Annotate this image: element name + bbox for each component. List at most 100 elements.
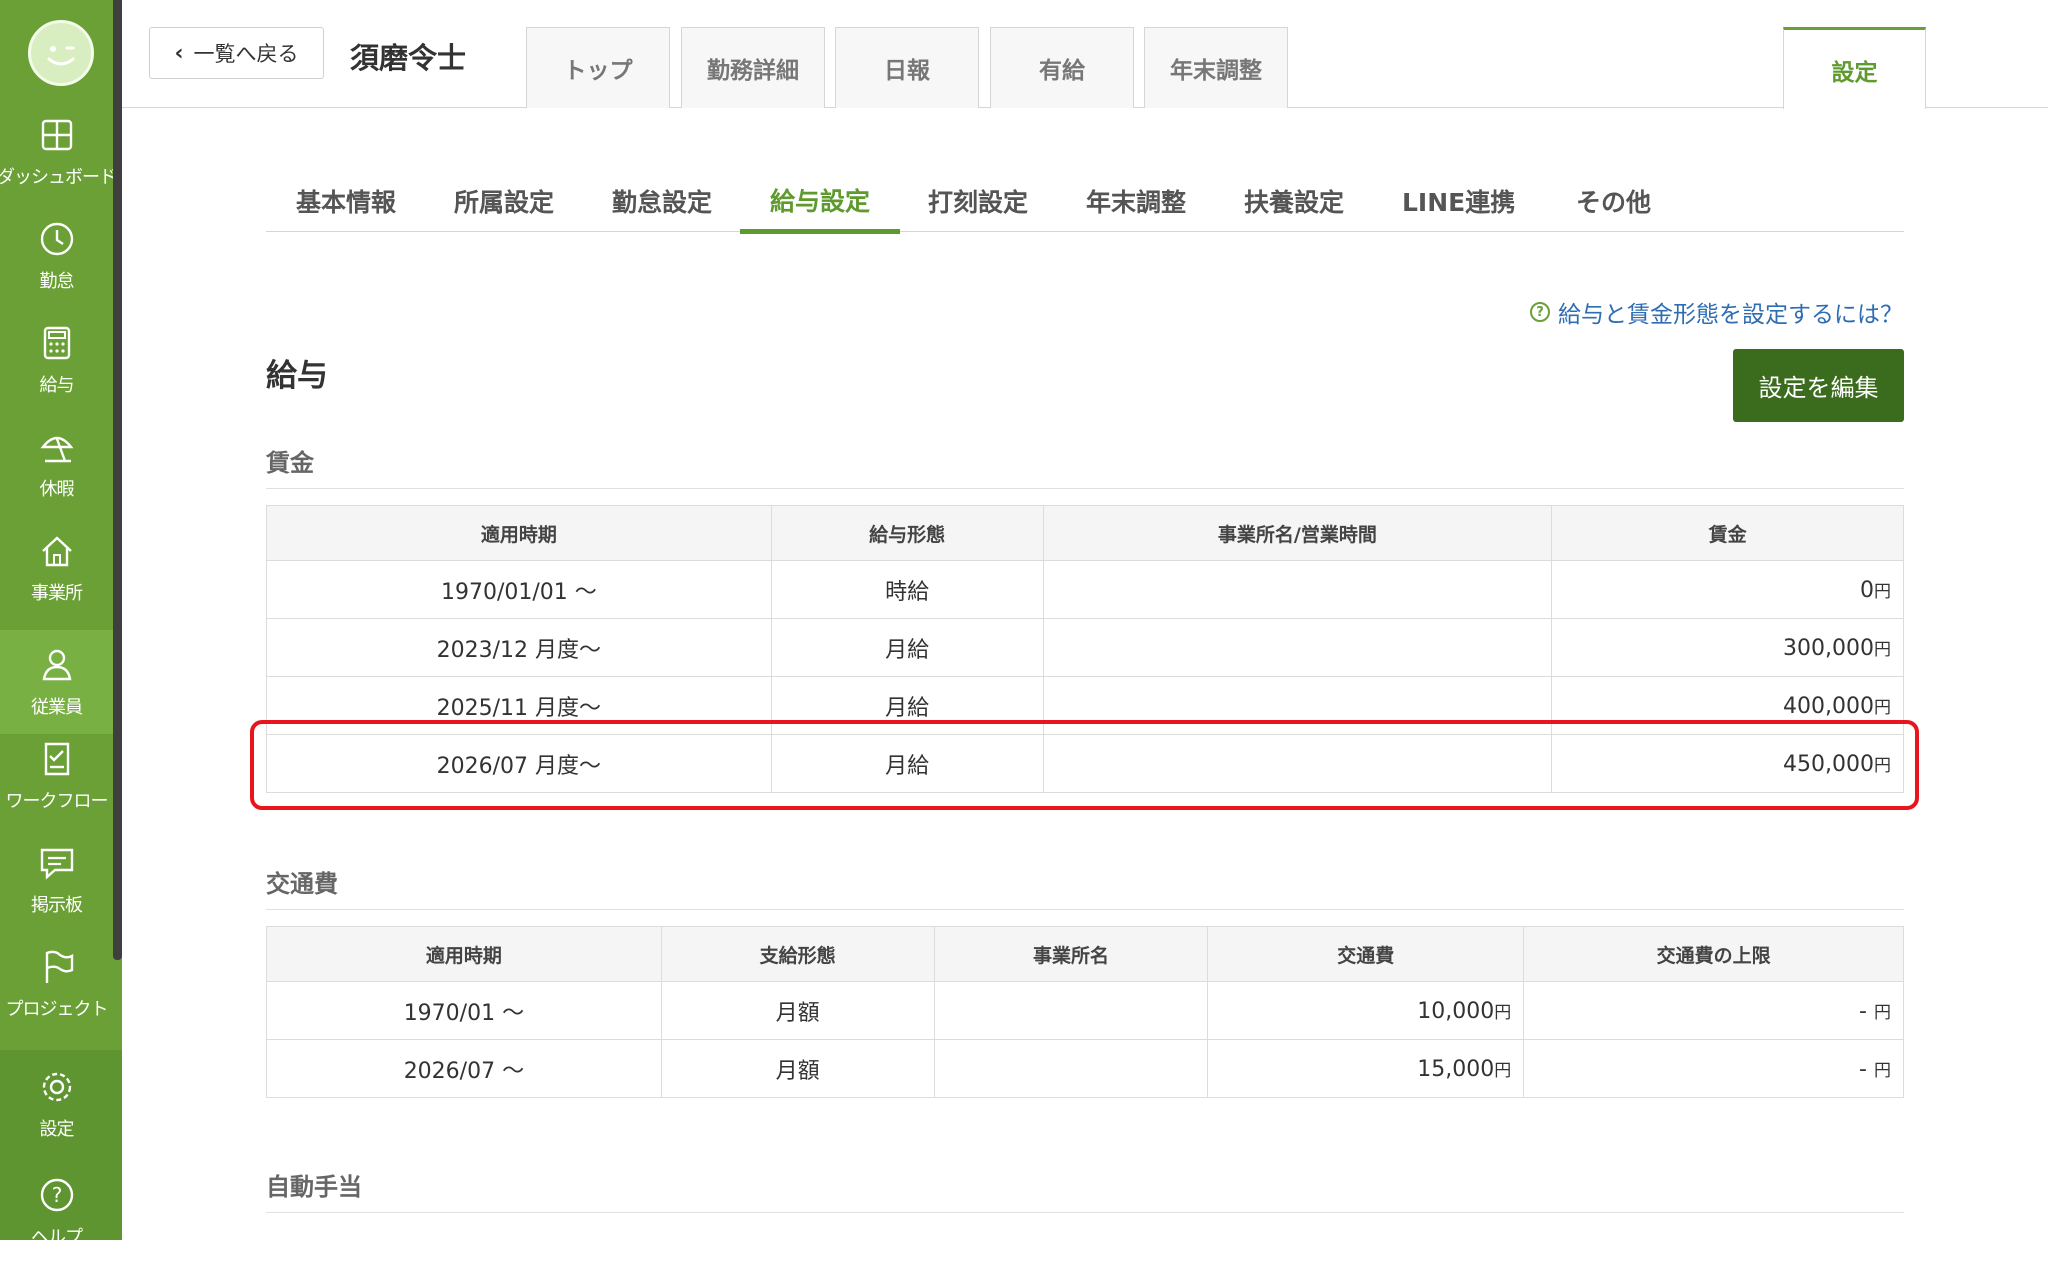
sidebar-item-payroll[interactable]: 給与 bbox=[0, 308, 113, 412]
period-cell: 2025/11 月度〜 bbox=[266, 676, 772, 735]
back-to-list-button[interactable]: ‹ 一覧へ戻る bbox=[149, 27, 324, 79]
section-title-transport: 交通費 bbox=[266, 864, 1904, 910]
subtab-affiliation[interactable]: 所属設定 bbox=[424, 170, 584, 232]
column-header: 事業所名 bbox=[933, 926, 1209, 982]
period-cell: 2026/07 月度〜 bbox=[266, 734, 772, 793]
pay-type-cell: 月額 bbox=[660, 981, 935, 1040]
period-cell: 1970/01 〜 bbox=[266, 981, 662, 1040]
sidebar-item-settings[interactable]: 設定 bbox=[0, 1052, 113, 1156]
home-icon bbox=[41, 536, 72, 567]
section-title-wage: 賃金 bbox=[266, 443, 1904, 489]
subtab-dependents[interactable]: 扶養設定 bbox=[1214, 170, 1374, 232]
sidebar-item-label: ダッシュボード bbox=[0, 167, 117, 188]
wage-table: 適用時期 給与形態 事業所名/営業時間 賃金 1970/01/01 〜 時給 0… bbox=[266, 505, 1904, 793]
yen-unit: 円 bbox=[1874, 697, 1891, 718]
tab-work-details[interactable]: 勤務詳細 bbox=[681, 27, 825, 108]
period-cell: 1970/01/01 〜 bbox=[266, 560, 772, 619]
sidebar-item-label: 給与 bbox=[39, 375, 75, 396]
sidebar-item-board[interactable]: 掲示板 bbox=[0, 828, 113, 932]
edit-settings-button[interactable]: 設定を編集 bbox=[1733, 349, 1904, 422]
pay-type-cell: 月額 bbox=[660, 1039, 935, 1098]
chevron-left-icon: ‹ bbox=[174, 40, 184, 66]
office-cell bbox=[1042, 560, 1553, 619]
help-link[interactable]: ? 給与と賃金形態を設定するには？ bbox=[1530, 295, 1903, 329]
yen-unit: 円 bbox=[1874, 1060, 1891, 1081]
office-cell bbox=[1042, 676, 1553, 735]
settings-subtabs: 基本情報 所属設定 勤怠設定 給与設定 打刻設定 年末調整 扶養設定 LINE連… bbox=[266, 170, 1904, 234]
person-icon bbox=[42, 649, 71, 681]
sidebar-item-label: 掲示板 bbox=[31, 895, 83, 916]
table-row: 1970/01 〜 月額 10,000円 - 円 bbox=[266, 981, 1904, 1040]
tab-year-end[interactable]: 年末調整 bbox=[1144, 27, 1288, 108]
period-cell: 2026/07 〜 bbox=[266, 1039, 662, 1098]
tab-daily-report[interactable]: 日報 bbox=[835, 27, 979, 108]
subtab-year-end[interactable]: 年末調整 bbox=[1056, 170, 1216, 232]
calculator-icon bbox=[43, 326, 70, 360]
amount-cell: 15,000円 bbox=[1207, 1039, 1525, 1098]
office-cell bbox=[933, 1039, 1209, 1098]
sidebar-item-label: プロジェクト bbox=[5, 999, 109, 1020]
subtab-payroll[interactable]: 給与設定 bbox=[740, 170, 901, 234]
pay-type-cell: 月給 bbox=[770, 618, 1044, 677]
amount-cell: 450,000円 bbox=[1551, 734, 1904, 793]
amount-value: 450,000 bbox=[1783, 751, 1874, 777]
sidebar-item-workflow[interactable]: ワークフロー bbox=[0, 724, 113, 828]
table-header-row: 適用時期 給与形態 事業所名/営業時間 賃金 bbox=[266, 505, 1904, 561]
column-header: 交通費の上限 bbox=[1523, 926, 1904, 982]
tab-paid-leave[interactable]: 有給 bbox=[990, 27, 1134, 108]
subtab-other[interactable]: その他 bbox=[1546, 170, 1681, 232]
message-icon bbox=[40, 848, 73, 880]
question-icon: ? bbox=[1530, 302, 1550, 322]
sidebar-item-leave[interactable]: 休暇 bbox=[0, 412, 113, 516]
limit-value: - bbox=[1859, 998, 1867, 1024]
limit-cell: - 円 bbox=[1523, 1039, 1904, 1098]
tab-settings[interactable]: 設定 bbox=[1783, 27, 1926, 109]
amount-cell: 0円 bbox=[1551, 560, 1904, 619]
column-header: 適用時期 bbox=[266, 926, 662, 982]
amount-cell: 10,000円 bbox=[1207, 981, 1525, 1040]
amount-value: 300,000 bbox=[1783, 635, 1874, 661]
sidebar-item-employees[interactable]: 従業員 bbox=[0, 630, 113, 734]
parasol-icon bbox=[40, 436, 73, 463]
help-icon: ? bbox=[40, 1178, 73, 1212]
amount-cell: 300,000円 bbox=[1551, 618, 1904, 677]
sidebar-item-help[interactable]: ? ヘルプ bbox=[0, 1160, 113, 1264]
table-row: 2025/11 月度〜 月給 400,000円 bbox=[266, 676, 1904, 735]
subtab-attendance[interactable]: 勤怠設定 bbox=[582, 170, 742, 232]
period-cell: 2023/12 月度〜 bbox=[266, 618, 772, 677]
limit-value: - bbox=[1859, 1056, 1867, 1082]
subtab-line[interactable]: LINE連携 bbox=[1372, 170, 1545, 232]
sidebar-item-label: 設定 bbox=[39, 1119, 75, 1140]
dashboard-icon bbox=[41, 119, 72, 151]
sidebar-item-office[interactable]: 事業所 bbox=[0, 516, 113, 620]
column-header: 適用時期 bbox=[266, 505, 772, 561]
yen-unit: 円 bbox=[1874, 581, 1891, 602]
yen-unit: 円 bbox=[1874, 1002, 1891, 1023]
subtab-basic-info[interactable]: 基本情報 bbox=[266, 170, 426, 232]
amount-value: 10,000 bbox=[1417, 998, 1495, 1024]
svg-text:?: ? bbox=[51, 1183, 62, 1207]
sidebar-scrollbar[interactable] bbox=[113, 0, 122, 960]
tab-top[interactable]: トップ bbox=[526, 27, 670, 108]
clock-icon bbox=[40, 222, 73, 256]
sidebar-item-dashboard[interactable]: ダッシュボード bbox=[0, 100, 117, 204]
app-logo-icon[interactable] bbox=[28, 20, 94, 86]
amount-value: 0 bbox=[1860, 577, 1874, 603]
column-header: 支給形態 bbox=[660, 926, 935, 982]
flag-icon bbox=[45, 950, 73, 983]
amount-cell: 400,000円 bbox=[1551, 676, 1904, 735]
yen-unit: 円 bbox=[1874, 639, 1891, 660]
office-cell bbox=[933, 981, 1209, 1040]
section-title-auto-allowance: 自動手当 bbox=[266, 1167, 1904, 1213]
sidebar: ダッシュボード 勤怠 給与 休暇 事業所 従業員 ワークフロー 掲示板 プロジェ… bbox=[0, 0, 122, 1248]
sidebar-item-label: 勤怠 bbox=[39, 271, 75, 292]
column-header: 給与形態 bbox=[770, 505, 1044, 561]
subtab-clock-in[interactable]: 打刻設定 bbox=[898, 170, 1058, 232]
amount-value: 400,000 bbox=[1783, 693, 1874, 719]
yen-unit: 円 bbox=[1874, 755, 1891, 776]
sidebar-item-label: 事業所 bbox=[31, 583, 83, 604]
amount-value: 15,000 bbox=[1417, 1056, 1495, 1082]
sidebar-item-project[interactable]: プロジェクト bbox=[0, 932, 113, 1036]
yen-unit: 円 bbox=[1494, 1002, 1512, 1023]
sidebar-item-attendance[interactable]: 勤怠 bbox=[0, 204, 113, 308]
